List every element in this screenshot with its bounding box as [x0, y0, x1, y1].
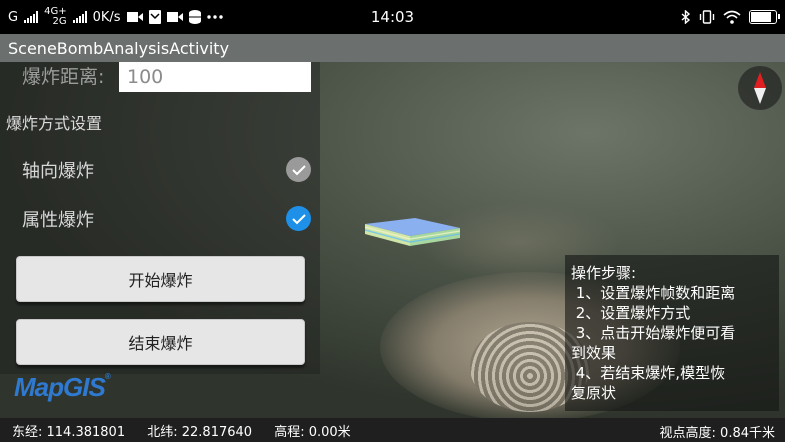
mapgis-logo: MapGIS® — [14, 372, 111, 403]
check-icon — [291, 213, 306, 224]
instruction-line: 4、若结束爆炸,模型恢 — [571, 364, 726, 382]
status-bar: G 4G+ 2G 0K/s 14:03 — [0, 0, 785, 34]
video-icon — [126, 12, 143, 22]
3d-model[interactable] — [365, 212, 465, 252]
database-icon — [188, 10, 201, 24]
more-icon — [206, 15, 223, 19]
end-explosion-button[interactable]: 结束爆炸 — [16, 319, 305, 365]
latitude: 北纬: 22.817640 — [147, 424, 253, 440]
title-bar: SceneBombAnalysisActivity — [0, 34, 785, 62]
signal-icon — [24, 11, 39, 23]
axial-checkbox[interactable] — [286, 157, 311, 182]
logo-text: MapGIS — [14, 372, 106, 402]
network-2g: 2G — [52, 16, 67, 27]
activity-title: SceneBombAnalysisActivity — [8, 38, 230, 58]
network-speed: 0K/s — [92, 9, 121, 25]
wifi-icon — [723, 10, 741, 24]
logo-mark: ® — [104, 372, 111, 381]
check-icon — [291, 164, 306, 175]
view-height: 视点高度: 0.84千米 — [659, 426, 775, 441]
settings-panel: 爆炸距离: 爆炸方式设置 轴向爆炸 属性爆炸 开始爆炸 结束爆炸 — [0, 62, 320, 374]
distance-input[interactable] — [119, 62, 311, 92]
carrier-label: G — [8, 9, 19, 25]
section-title: 爆炸方式设置 — [6, 114, 103, 133]
instruction-line: 复原状 — [571, 384, 617, 402]
battery-icon — [749, 10, 780, 24]
video-icon-2 — [166, 12, 183, 22]
instruction-line: 2、设置爆炸方式 — [571, 304, 691, 322]
instruction-line: 到效果 — [571, 344, 617, 362]
distance-label: 爆炸距离: — [22, 66, 105, 88]
signal-icon-2 — [72, 11, 87, 23]
compass-icon — [754, 72, 766, 104]
coordinate-bar: 东经: 114.381801 北纬: 22.817640 高程: 0.00米 视… — [0, 418, 785, 442]
vibrate-icon — [699, 10, 715, 24]
bluetooth-icon — [681, 10, 691, 24]
compass-button[interactable] — [738, 66, 782, 110]
instruction-line: 3、点击开始爆炸便可看 — [571, 324, 736, 342]
distance-row: 爆炸距离: — [0, 62, 320, 92]
network-type: 4G+ 2G — [44, 7, 67, 27]
mail-icon — [148, 10, 161, 24]
longitude: 东经: 114.381801 — [12, 424, 126, 440]
attribute-checkbox[interactable] — [286, 206, 311, 231]
instructions-title: 操作步骤: — [571, 264, 637, 282]
start-explosion-button[interactable]: 开始爆炸 — [16, 256, 305, 302]
option-attribute-label: 属性爆炸 — [22, 210, 94, 231]
option-axial-label: 轴向爆炸 — [22, 161, 94, 182]
instructions-box: 操作步骤: 1、设置爆炸帧数和距离 2、设置爆炸方式 3、点击开始爆炸便可看 到… — [565, 255, 779, 411]
elevation: 高程: 0.00米 — [274, 424, 351, 440]
instruction-line: 1、设置爆炸帧数和距离 — [571, 284, 736, 302]
